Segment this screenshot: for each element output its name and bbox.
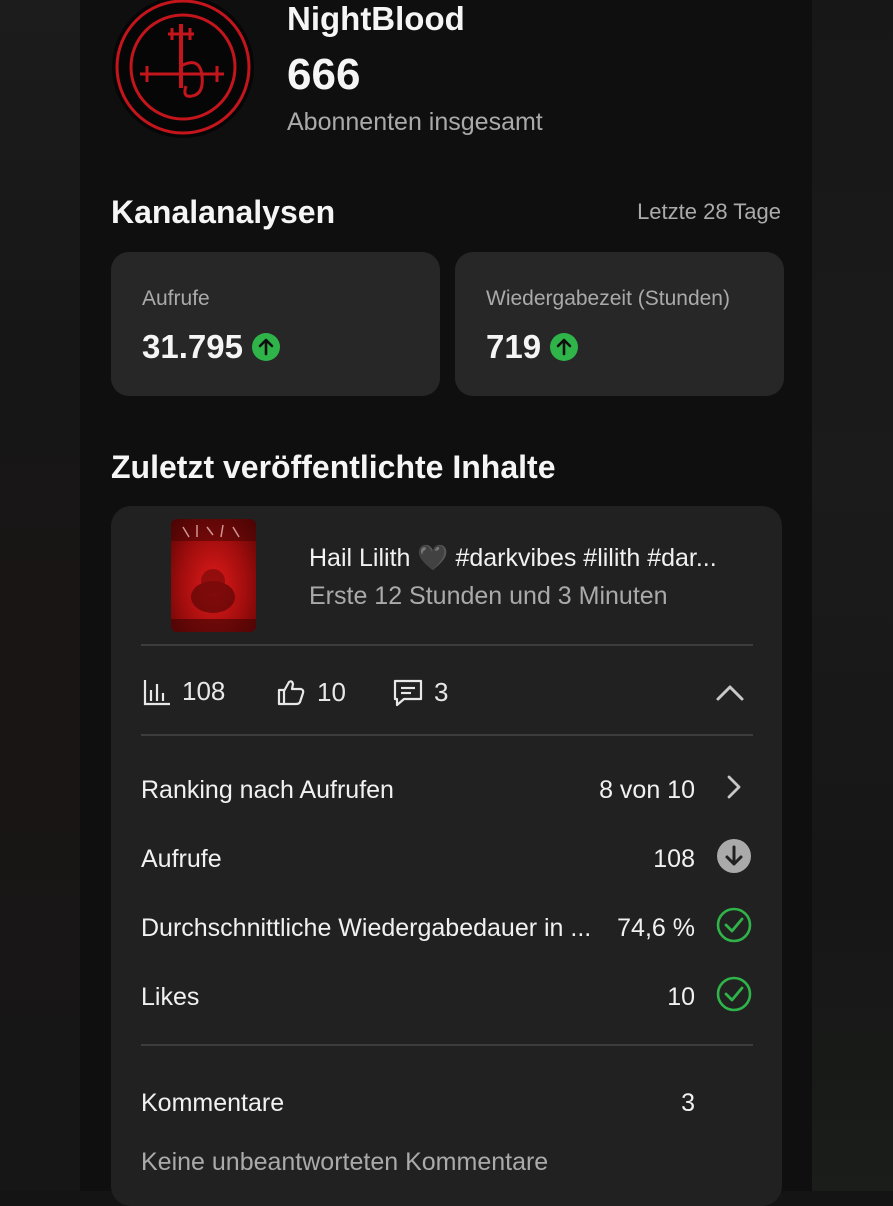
watch-time-card-value: 719 — [486, 328, 542, 365]
views-stat: 108 — [142, 676, 225, 707]
thumbs-up-icon — [277, 680, 305, 706]
likes-row-value: 10 — [667, 983, 695, 1011]
watch-time-card[interactable]: Wiedergabezeit (Stunden) 719 — [455, 252, 784, 396]
likes-row-label: Likes — [141, 983, 200, 1011]
unanswered-comments-note: Keine unbeantworteten Kommentare — [141, 1148, 549, 1176]
arrow-up-circle-icon — [550, 333, 579, 361]
check-circle-icon — [716, 907, 752, 943]
avg-view-duration-value: 74,6 % — [617, 914, 695, 942]
background-left — [0, 0, 80, 1191]
views-card[interactable]: Aufrufe 31.795 — [111, 252, 440, 396]
ranking-row[interactable]: Ranking nach Aufrufen 8 von 10 — [141, 768, 753, 808]
comments-row-label: Kommentare — [141, 1089, 285, 1117]
video-period: Erste 12 Stunden und 3 Minuten — [309, 582, 668, 610]
views-row: Aufrufe 108 — [141, 837, 753, 877]
analytics-period[interactable]: Letzte 28 Tage — [637, 199, 781, 225]
views-row-value: 108 — [653, 845, 695, 873]
comments-stat: 3 — [392, 676, 448, 708]
divider — [141, 644, 753, 646]
chevron-up-icon[interactable] — [713, 676, 747, 710]
thumbnail-image — [171, 519, 256, 632]
comments-row-value: 3 — [681, 1089, 695, 1117]
chevron-right-icon — [727, 775, 741, 799]
ranking-value: 8 von 10 — [599, 776, 695, 804]
likes-row: Likes 10 — [141, 975, 753, 1015]
video-thumbnail[interactable] — [171, 519, 256, 632]
views-row-label: Aufrufe — [141, 845, 222, 873]
views-card-value-row: 31.795 — [142, 328, 280, 366]
bar-chart-icon — [143, 679, 170, 705]
comments-row[interactable]: Kommentare 3 — [141, 1081, 753, 1121]
divider — [141, 734, 753, 736]
channel-avatar[interactable] — [112, 0, 254, 138]
video-title[interactable]: Hail Lilith 🖤 #darkvibes #lilith #dar... — [309, 544, 717, 573]
background-right — [812, 0, 893, 1191]
recent-content-title: Zuletzt veröffentlichte Inhalte — [111, 449, 556, 485]
comment-icon — [393, 679, 423, 707]
views-card-value: 31.795 — [142, 328, 243, 365]
likes-stat: 10 — [275, 676, 346, 708]
views-card-label: Aufrufe — [142, 287, 210, 310]
channel-name: NightBlood — [287, 0, 465, 37]
watch-time-card-value-row: 719 — [486, 328, 579, 366]
sigil-of-lilith-icon — [115, 0, 251, 135]
avg-view-duration-label: Durchschnittliche Wiedergabedauer in ... — [141, 914, 592, 942]
avg-view-duration-row: Durchschnittliche Wiedergabedauer in ...… — [141, 906, 753, 946]
watch-time-card-label: Wiedergabezeit (Stunden) — [486, 287, 730, 310]
ranking-label: Ranking nach Aufrufen — [141, 776, 394, 804]
views-stat-value: 108 — [182, 676, 226, 706]
arrow-up-circle-icon — [251, 333, 280, 361]
subscriber-label: Abonnenten insgesamt — [287, 108, 543, 136]
likes-stat-value: 10 — [317, 676, 346, 707]
comments-stat-value: 3 — [434, 676, 449, 707]
divider — [141, 1044, 753, 1046]
recent-video-card: Hail Lilith 🖤 #darkvibes #lilith #dar...… — [111, 506, 782, 1206]
check-circle-icon — [716, 976, 752, 1012]
analytics-title: Kanalanalysen — [111, 194, 336, 230]
arrow-down-circle-icon — [717, 839, 751, 873]
subscriber-count: 666 — [287, 50, 361, 99]
